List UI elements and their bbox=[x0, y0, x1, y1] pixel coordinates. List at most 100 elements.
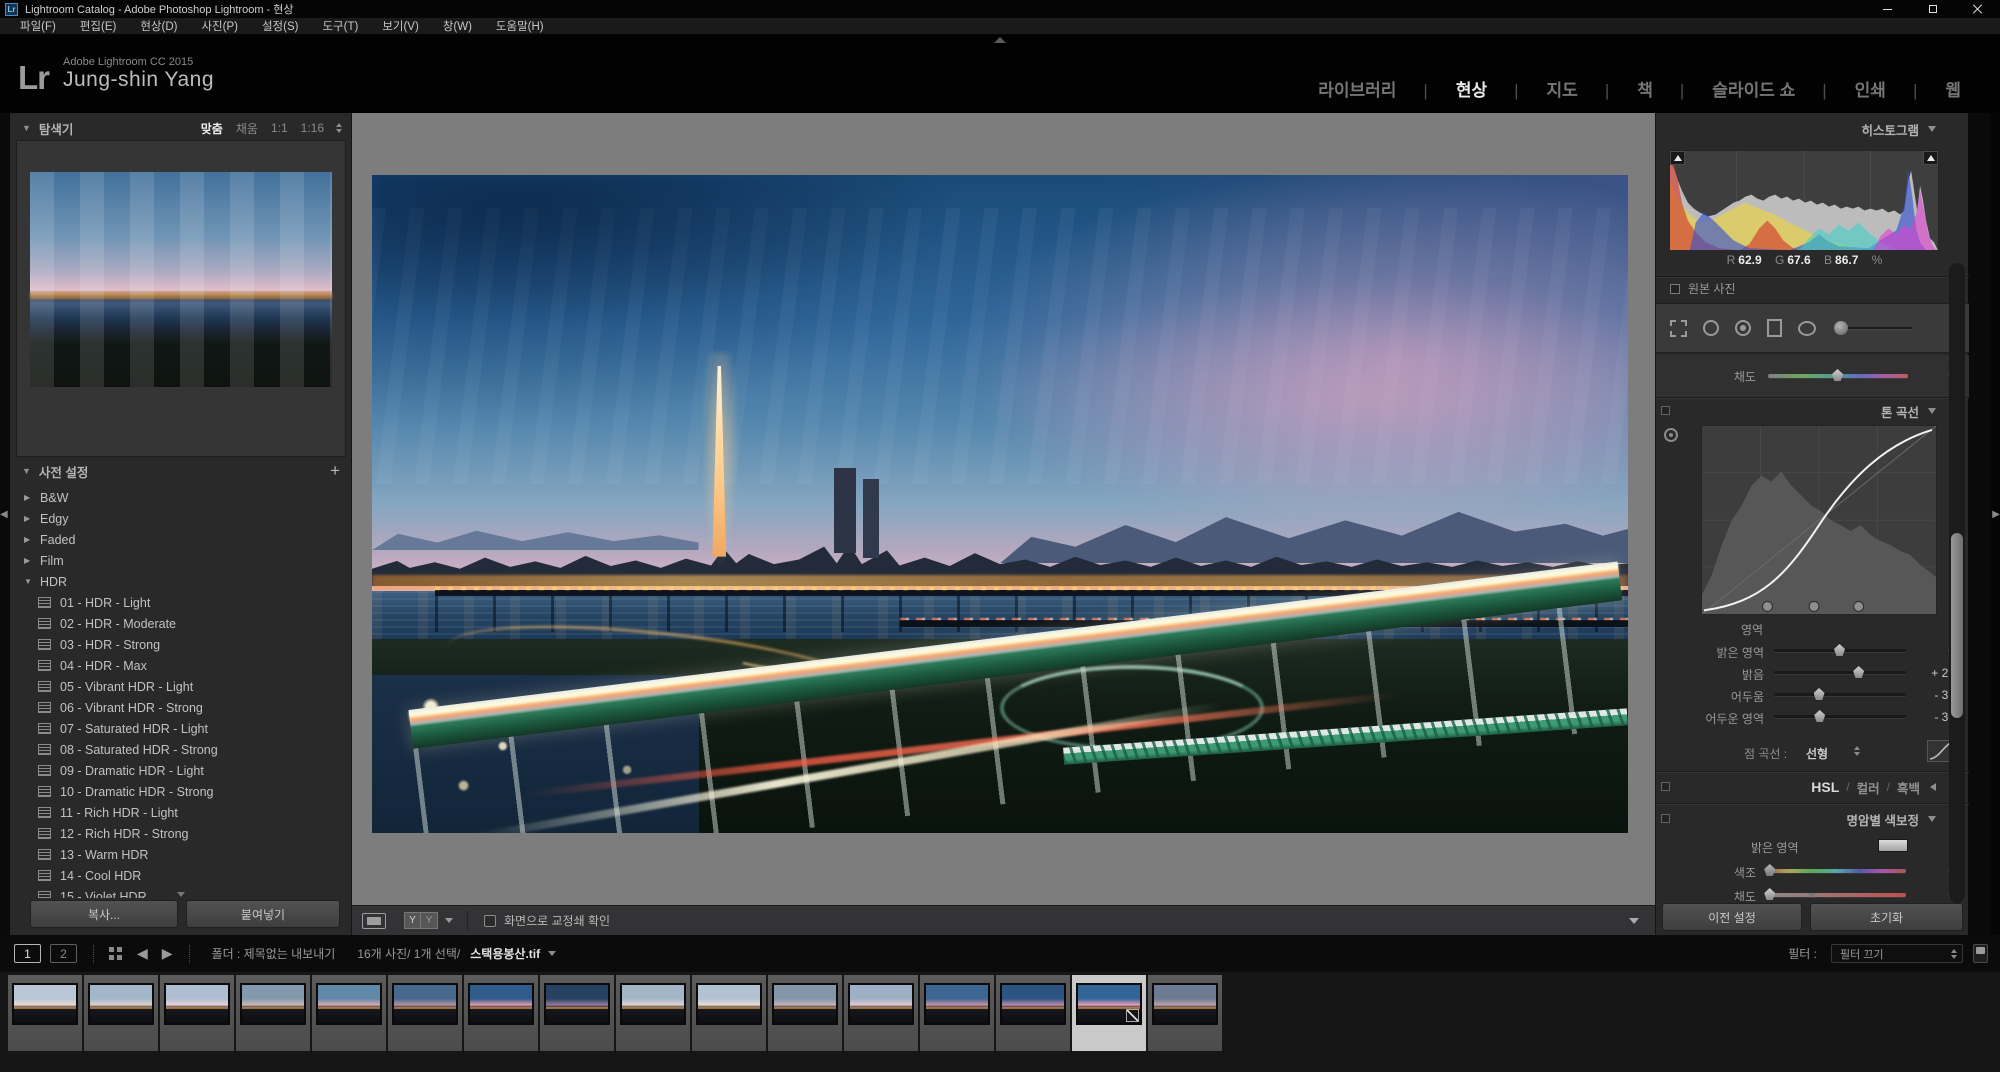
current-filename[interactable]: 스택용봉산.tif bbox=[470, 945, 540, 962]
radial-filter-tool-icon[interactable] bbox=[1798, 321, 1816, 336]
module-tab[interactable]: 웹 bbox=[1931, 76, 1975, 101]
preset-row[interactable]: 07 - Saturated HDR - Light bbox=[10, 718, 352, 739]
preset-row[interactable]: 05 - Vibrant HDR - Light bbox=[10, 676, 352, 697]
split-highlights-swatch[interactable] bbox=[1878, 839, 1908, 852]
reset-button[interactable]: 초기화 bbox=[1810, 903, 1963, 931]
filmstrip-thumbnail[interactable] bbox=[160, 975, 234, 1051]
preset-row[interactable]: ▶ Film bbox=[10, 550, 352, 571]
toolbar-collapse-icon[interactable] bbox=[1629, 918, 1639, 924]
histogram[interactable] bbox=[1669, 150, 1939, 250]
adjustment-brush-tool-icon[interactable] bbox=[1834, 321, 1912, 335]
hsl-tab[interactable]: HSL bbox=[1811, 779, 1839, 795]
slider-thumb[interactable] bbox=[1814, 710, 1825, 722]
saturation-slider[interactable] bbox=[1768, 374, 1908, 378]
filmstrip-thumbnail[interactable] bbox=[692, 975, 766, 1051]
main-photo[interactable] bbox=[372, 175, 1628, 833]
graduated-filter-tool-icon[interactable] bbox=[1767, 319, 1782, 337]
preset-row[interactable]: 11 - Rich HDR - Light bbox=[10, 802, 352, 823]
menu-item[interactable]: 보기(V) bbox=[370, 18, 431, 34]
point-curve-value[interactable]: 선형 bbox=[1806, 745, 1828, 762]
menu-item[interactable]: 도구(T) bbox=[310, 18, 370, 34]
soft-proof-checkbox[interactable] bbox=[484, 915, 496, 927]
spot-removal-tool-icon[interactable] bbox=[1703, 320, 1719, 336]
filmstrip-thumbnail[interactable] bbox=[388, 975, 462, 1051]
preset-row[interactable]: 12 - Rich HDR - Strong bbox=[10, 823, 352, 844]
preset-row[interactable]: 04 - HDR - Max bbox=[10, 655, 352, 676]
menu-item[interactable]: 설정(S) bbox=[250, 18, 311, 34]
module-tab[interactable]: 현상 bbox=[1442, 76, 1533, 101]
module-tab[interactable]: 책 bbox=[1623, 76, 1698, 101]
preset-row[interactable]: 08 - Saturated HDR - Strong bbox=[10, 739, 352, 760]
copy-button[interactable]: 복사... bbox=[30, 900, 178, 928]
menu-item[interactable]: 창(W) bbox=[431, 18, 484, 34]
module-tab[interactable]: 지도 bbox=[1533, 76, 1624, 101]
hue-slider[interactable] bbox=[1766, 869, 1906, 873]
histogram-header[interactable]: 히스토그램 bbox=[1656, 117, 1946, 141]
preset-row[interactable]: 02 - HDR - Moderate bbox=[10, 613, 352, 634]
filmstrip-thumbnail[interactable] bbox=[1072, 975, 1146, 1051]
slider-thumb[interactable] bbox=[1764, 864, 1775, 876]
preset-row[interactable]: 10 - Dramatic HDR - Strong bbox=[10, 781, 352, 802]
slider-thumb[interactable] bbox=[1832, 369, 1843, 381]
shadow-clipping-toggle[interactable] bbox=[1670, 151, 1685, 165]
panel-switch-icon[interactable] bbox=[1661, 782, 1670, 791]
zoom-option[interactable]: 1:16 bbox=[301, 121, 324, 135]
hsl-panel-header[interactable]: HSL / 컬러 / 흑백 bbox=[1656, 775, 1946, 799]
scrollbar-thumb[interactable] bbox=[1951, 533, 1963, 718]
before-after-dropdown-icon[interactable] bbox=[445, 918, 453, 923]
presets-header[interactable]: ▼ 사전 설정 + bbox=[10, 458, 352, 484]
slider-track[interactable] bbox=[1774, 715, 1906, 718]
next-photo-icon[interactable]: ▶ bbox=[162, 945, 173, 962]
zoom-option[interactable]: 1:1 bbox=[271, 121, 288, 135]
menu-item[interactable]: 편집(E) bbox=[68, 18, 129, 34]
filmstrip-thumbnail[interactable] bbox=[236, 975, 310, 1051]
preset-row[interactable]: 01 - HDR - Light bbox=[10, 592, 352, 613]
preset-row[interactable]: 06 - Vibrant HDR - Strong bbox=[10, 697, 352, 718]
paste-button[interactable]: 붙여넣기 bbox=[186, 900, 340, 928]
filmstrip-thumbnail[interactable] bbox=[920, 975, 994, 1051]
split-toning-header[interactable]: 명암별 색보정 bbox=[1656, 807, 1946, 831]
slider-thumb[interactable] bbox=[1853, 666, 1864, 678]
color-tab[interactable]: 컬러 bbox=[1857, 778, 1880, 797]
previous-photo-icon[interactable]: ◀ bbox=[137, 945, 148, 962]
panel-switch-icon[interactable] bbox=[1661, 406, 1670, 415]
before-after-right-button[interactable]: Y bbox=[421, 912, 438, 929]
navigator-header[interactable]: ▼ 탐색기 맞춤채움1:11:16 bbox=[10, 115, 352, 141]
highlight-clipping-toggle[interactable] bbox=[1923, 151, 1938, 165]
preset-row[interactable]: ▶ Faded bbox=[10, 529, 352, 550]
saturation-slider[interactable] bbox=[1766, 893, 1906, 897]
bw-tab[interactable]: 흑백 bbox=[1897, 778, 1920, 797]
preset-row[interactable]: 09 - Dramatic HDR - Light bbox=[10, 760, 352, 781]
zoom-stepper-icon[interactable] bbox=[336, 123, 342, 133]
slider-thumb[interactable] bbox=[1814, 688, 1825, 700]
second-window-button[interactable]: 2 bbox=[50, 944, 77, 963]
red-eye-tool-icon[interactable] bbox=[1735, 320, 1751, 336]
right-panel-collapse-strip[interactable]: ▶ bbox=[1990, 113, 2000, 935]
filmstrip-source-dropdown-icon[interactable] bbox=[548, 951, 556, 956]
menu-item[interactable]: 사진(P) bbox=[189, 18, 250, 34]
main-window-button[interactable]: 1 bbox=[14, 944, 41, 963]
module-tab[interactable]: 슬라이드 쇼 bbox=[1698, 76, 1840, 101]
point-curve-stepper-icon[interactable] bbox=[1854, 746, 1860, 756]
slider-thumb[interactable] bbox=[1764, 888, 1775, 900]
targeted-adjustment-icon[interactable] bbox=[1664, 428, 1678, 442]
menu-item[interactable]: 도움말(H) bbox=[484, 18, 556, 34]
filmstrip-thumbnail[interactable] bbox=[844, 975, 918, 1051]
filter-dropdown[interactable]: 필터 끄기 bbox=[1831, 944, 1963, 963]
zoom-option[interactable]: 채움 bbox=[236, 120, 258, 137]
zoom-option[interactable]: 맞춤 bbox=[201, 120, 223, 137]
close-button[interactable] bbox=[1955, 0, 2000, 18]
tone-curve-editor[interactable] bbox=[1701, 425, 1937, 615]
slider-track[interactable] bbox=[1774, 649, 1906, 652]
before-after-left-button[interactable]: Y bbox=[404, 912, 421, 929]
original-photo-checkbox[interactable] bbox=[1670, 284, 1680, 294]
preset-row[interactable]: 13 - Warm HDR bbox=[10, 844, 352, 865]
panel-switch-icon[interactable] bbox=[1661, 814, 1670, 823]
filmstrip-thumbnail[interactable] bbox=[84, 975, 158, 1051]
preset-row[interactable]: 03 - HDR - Strong bbox=[10, 634, 352, 655]
crop-tool-icon[interactable] bbox=[1670, 320, 1687, 337]
right-panel-scrollbar[interactable] bbox=[1949, 263, 1965, 903]
module-tab[interactable]: 라이브러리 bbox=[1304, 76, 1442, 101]
filmstrip-thumbnail[interactable] bbox=[8, 975, 82, 1051]
filmstrip-thumbnail[interactable] bbox=[1148, 975, 1222, 1051]
